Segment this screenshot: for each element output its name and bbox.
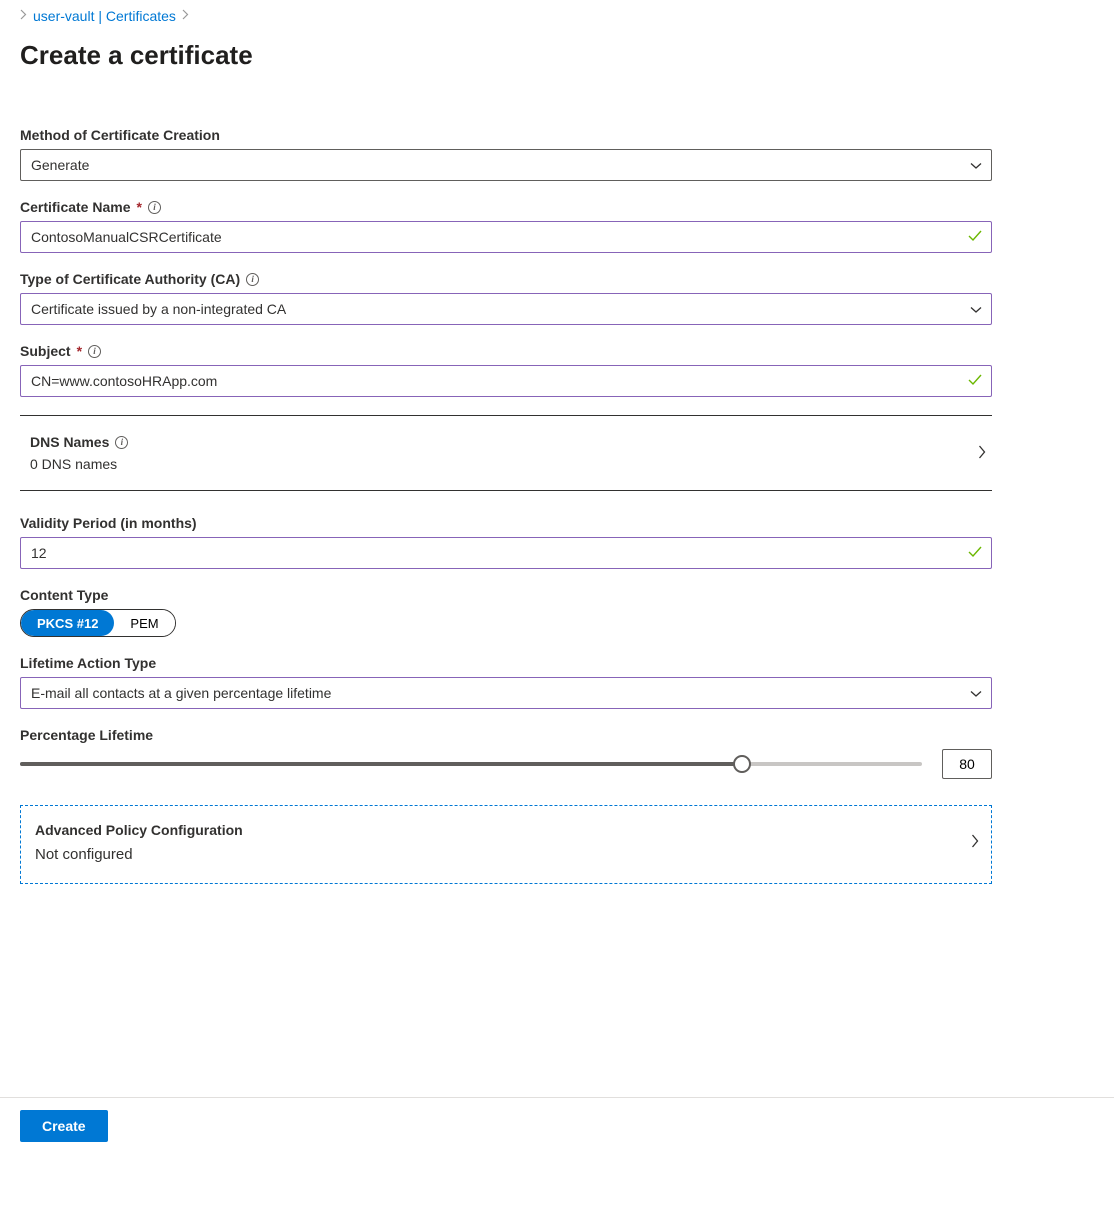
certificate-name-input[interactable] bbox=[20, 221, 992, 253]
info-icon[interactable]: i bbox=[115, 436, 128, 449]
field-subject: Subject * i bbox=[20, 343, 1094, 397]
chevron-right-icon bbox=[182, 9, 189, 23]
field-method: Method of Certificate Creation Generate bbox=[20, 127, 1094, 181]
info-icon[interactable]: i bbox=[246, 273, 259, 286]
field-percentage-lifetime: Percentage Lifetime bbox=[20, 727, 1094, 779]
info-icon[interactable]: i bbox=[88, 345, 101, 358]
chevron-right-icon bbox=[20, 9, 27, 23]
info-icon[interactable]: i bbox=[148, 201, 161, 214]
lifetime-action-select[interactable]: E-mail all contacts at a given percentag… bbox=[20, 677, 992, 709]
required-indicator: * bbox=[77, 343, 82, 359]
create-button[interactable]: Create bbox=[20, 1110, 108, 1142]
ca-type-select[interactable]: Certificate issued by a non-integrated C… bbox=[20, 293, 992, 325]
content-type-pem[interactable]: PEM bbox=[114, 610, 174, 636]
field-validity: Validity Period (in months) bbox=[20, 515, 1094, 569]
percentage-input[interactable] bbox=[942, 749, 992, 779]
advanced-policy-row[interactable]: Advanced Policy Configuration Not config… bbox=[20, 805, 992, 884]
label-certificate-name: Certificate Name bbox=[20, 199, 131, 215]
label-dns-names: DNS Names bbox=[30, 434, 109, 450]
page-title: Create a certificate bbox=[20, 40, 1094, 71]
advanced-policy-value: Not configured bbox=[35, 846, 243, 863]
label-subject: Subject bbox=[20, 343, 71, 359]
chevron-right-icon bbox=[978, 445, 986, 462]
label-ca-type: Type of Certificate Authority (CA) bbox=[20, 271, 240, 287]
chevron-right-icon bbox=[971, 834, 979, 851]
subject-input[interactable] bbox=[20, 365, 992, 397]
field-content-type: Content Type PKCS #12 PEM bbox=[20, 587, 1094, 637]
slider-thumb[interactable] bbox=[733, 755, 751, 773]
label-lifetime-action: Lifetime Action Type bbox=[20, 655, 156, 671]
field-ca-type: Type of Certificate Authority (CA) i Cer… bbox=[20, 271, 1094, 325]
percentage-slider[interactable] bbox=[20, 754, 922, 774]
content-type-pkcs12[interactable]: PKCS #12 bbox=[21, 610, 114, 636]
label-content-type: Content Type bbox=[20, 587, 108, 603]
field-lifetime-action: Lifetime Action Type E-mail all contacts… bbox=[20, 655, 1094, 709]
dns-names-value: 0 DNS names bbox=[30, 456, 128, 472]
label-percentage: Percentage Lifetime bbox=[20, 727, 153, 743]
breadcrumb: user-vault | Certificates bbox=[20, 8, 1094, 24]
required-indicator: * bbox=[137, 199, 142, 215]
content-type-toggle: PKCS #12 PEM bbox=[20, 609, 176, 637]
label-advanced-policy: Advanced Policy Configuration bbox=[35, 822, 243, 838]
footer: Create bbox=[0, 1097, 1114, 1142]
dns-names-row[interactable]: DNS Names i 0 DNS names bbox=[20, 415, 992, 491]
field-certificate-name: Certificate Name * i bbox=[20, 199, 1094, 253]
label-method: Method of Certificate Creation bbox=[20, 127, 220, 143]
label-validity: Validity Period (in months) bbox=[20, 515, 197, 531]
validity-input[interactable] bbox=[20, 537, 992, 569]
breadcrumb-link-user-vault[interactable]: user-vault | Certificates bbox=[33, 8, 176, 24]
method-select[interactable]: Generate bbox=[20, 149, 992, 181]
